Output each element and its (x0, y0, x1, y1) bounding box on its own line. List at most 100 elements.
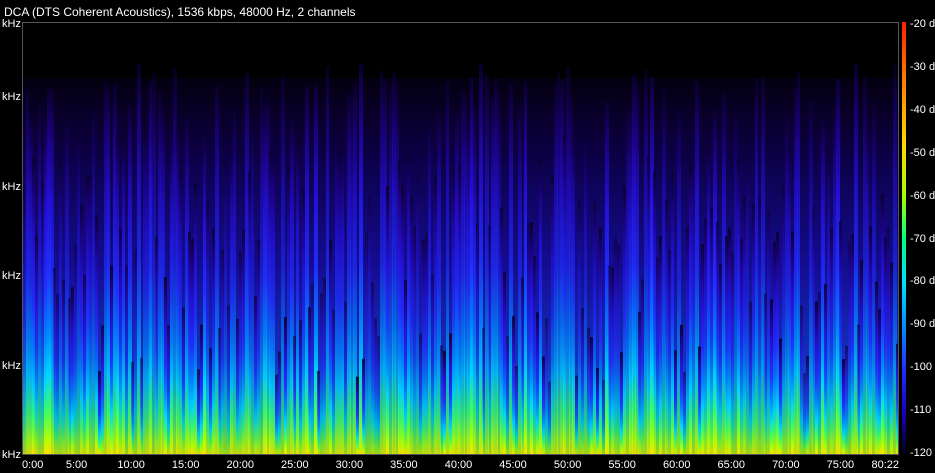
spectrogram-column (338, 152, 341, 454)
x-tick-label: 75:00 (826, 459, 855, 471)
spectrogram-column (428, 123, 431, 454)
spectrogram-column (725, 236, 728, 454)
spectrogram-column (149, 80, 152, 454)
spectrogram-column (206, 201, 209, 454)
spectrogram-column (134, 249, 137, 454)
spectrogram-column (806, 355, 809, 454)
spectrogram-column (341, 148, 344, 454)
spectrogram-column (551, 175, 554, 454)
spectrogram-column (446, 81, 449, 454)
spectrogram-column (758, 197, 761, 454)
spectrogram-column (68, 298, 71, 454)
spectrogram-column (425, 233, 428, 454)
spectrogram-column (659, 236, 662, 454)
spectrogram-column (710, 207, 713, 454)
spectrogram-column (791, 231, 794, 454)
spectrogram-column (404, 280, 407, 454)
spectrogram-column (671, 172, 674, 454)
y-tick-label: kHz (2, 181, 21, 193)
spectrogram-column (707, 144, 710, 454)
spectrogram-column (23, 190, 26, 454)
spectrogram-column (521, 277, 524, 454)
spectrogram-column (209, 348, 212, 454)
x-tick-label: 65:00 (717, 459, 746, 471)
spectrogram-column (194, 182, 197, 454)
spectrogram-column (656, 257, 659, 454)
spectrogram-column (623, 187, 626, 454)
spectrogram-column (317, 370, 320, 454)
spectrogram-column (599, 227, 602, 454)
spectrogram-column (182, 307, 185, 454)
spectrogram-column (812, 205, 815, 454)
spectrogram-column (488, 225, 491, 454)
spectrogram-column (176, 126, 179, 454)
spectrogram-column (116, 133, 119, 454)
spectrogram-column (275, 374, 278, 454)
spectrogram-column (302, 189, 305, 454)
spectrogram-column (62, 279, 65, 454)
spectrogram-column (32, 157, 35, 454)
spectrogram-column (584, 130, 587, 454)
spectrogram-column (542, 356, 545, 454)
spectrogram-column (740, 238, 743, 454)
spectrogram-svg (23, 63, 898, 454)
spectrogram-column (413, 226, 416, 454)
spectrogram-column (188, 231, 191, 454)
spectrogram-column (680, 324, 683, 454)
spectrogram-column (110, 265, 113, 454)
spectrogram-column (233, 107, 236, 454)
spectrogram-column (143, 129, 146, 454)
x-tick-label: 20:00 (226, 459, 254, 471)
spectrogram-column (53, 267, 56, 454)
spectrogram-column (587, 327, 590, 454)
spectrogram-column (86, 175, 89, 454)
spectrogram-column (440, 345, 443, 454)
spectrogram-column (536, 312, 539, 454)
colorbar-tick-label: -60 d (910, 189, 935, 202)
spectrogram-column (248, 171, 251, 454)
x-tick-label: 40:00 (444, 459, 473, 471)
spectrogram-column (38, 103, 41, 454)
spectrogram-column (581, 307, 584, 454)
spectrogram-column (227, 305, 230, 454)
spectrogram-column (344, 301, 347, 454)
spectrogram-column (476, 223, 479, 454)
spectrogram-column (434, 176, 437, 454)
spectrogram-column (56, 294, 59, 454)
spectrogram-column (482, 327, 485, 454)
spectrogram-column (779, 338, 782, 454)
spectrogram-column (512, 316, 515, 454)
spectrogram-column (125, 265, 128, 454)
spectrogram-column (602, 379, 605, 454)
spectrogram-column (527, 223, 530, 454)
spectrogram-column (782, 185, 785, 454)
spectrogram-column (224, 160, 227, 454)
spectrogram-column (203, 132, 206, 454)
spectrogram-column (167, 325, 170, 454)
spectrogram-column (269, 150, 272, 454)
spectrogram-column (776, 232, 779, 454)
spectrogram-column (704, 218, 707, 454)
spectrogram-column (407, 153, 410, 454)
spectrogram-column (299, 320, 302, 454)
spectrogram-column (860, 260, 863, 454)
spectrogram-column (458, 164, 461, 454)
spectrogram-column (515, 365, 518, 454)
spectrogram-column (611, 267, 614, 454)
spectrogram-column (308, 307, 311, 454)
y-tick-label: kHz (2, 91, 21, 103)
spectrogram-column (824, 284, 827, 454)
spectrogram-column (59, 162, 62, 454)
spectrogram-column (293, 336, 296, 454)
colorbar-tick-label: -30 d (910, 60, 935, 73)
spectrogram-column (257, 239, 260, 454)
spectrogram-column (71, 287, 74, 454)
spectrogram-column (335, 141, 338, 454)
spectrogram-column (140, 357, 143, 454)
spectrogram-column (332, 309, 335, 454)
spectrogram-column (845, 345, 848, 454)
spectrogram-column (719, 263, 722, 454)
spectrogram-column (731, 251, 734, 454)
spectrogram-column (179, 168, 182, 454)
spectrogram-column (620, 352, 623, 454)
